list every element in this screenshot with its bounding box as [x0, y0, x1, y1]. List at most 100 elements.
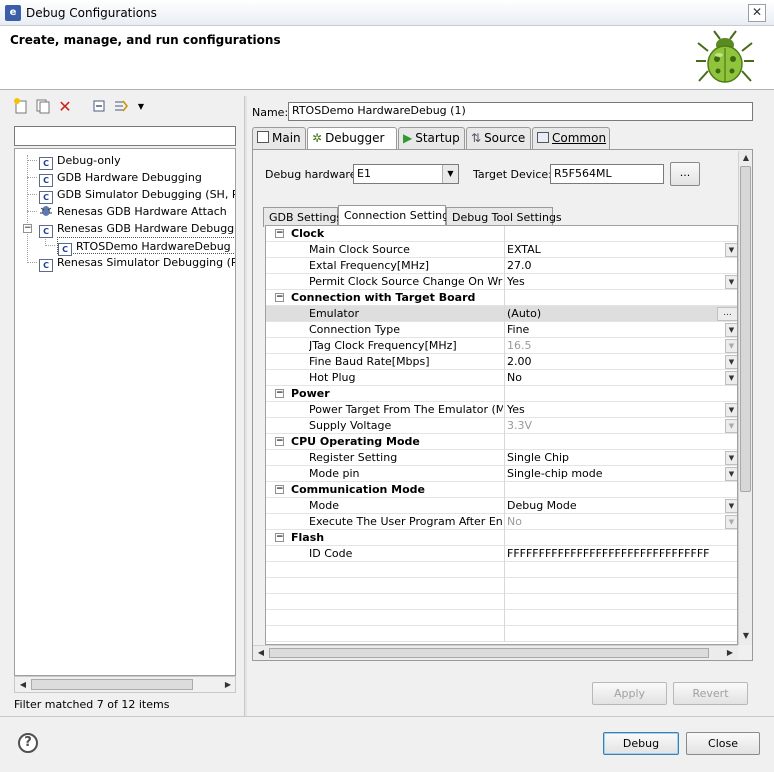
- grid-property-row[interactable]: Mode pin Single-chip mode ▼: [266, 466, 737, 482]
- collapse-all-icon[interactable]: [90, 98, 108, 116]
- delete-icon[interactable]: ✕: [56, 98, 74, 116]
- grid-category-row[interactable]: − Connection with Target Board: [266, 290, 737, 306]
- duplicate-icon[interactable]: [34, 98, 52, 116]
- grid-property-row[interactable]: Fine Baud Rate[Mbps] 2.00 ▼: [266, 354, 737, 370]
- debug-hardware-select[interactable]: E1 ▼: [353, 164, 459, 184]
- grid-category-row[interactable]: − Power: [266, 386, 737, 402]
- grid-vscroll-thumb[interactable]: [740, 166, 751, 492]
- scroll-right-icon[interactable]: ▶: [723, 646, 737, 660]
- scroll-down-icon[interactable]: ▼: [739, 629, 753, 643]
- grid-category-row[interactable]: − Flash: [266, 530, 737, 546]
- subtab-gdb-settings[interactable]: GDB Settings: [263, 207, 342, 227]
- tree-expander-minus-icon[interactable]: −: [23, 224, 32, 233]
- target-device-input[interactable]: R5F564ML: [550, 164, 664, 184]
- tab-debugger[interactable]: ✲ Debugger: [307, 127, 397, 150]
- grid-property-row[interactable]: Main Clock Source EXTAL ▼: [266, 242, 737, 258]
- tree-hscroll-thumb[interactable]: [31, 679, 193, 690]
- grid-property-value[interactable]: 2.00: [507, 354, 717, 369]
- grid-horizontal-scrollbar[interactable]: ◀ ▶: [253, 645, 738, 660]
- chevron-down-icon[interactable]: ▼: [725, 499, 737, 513]
- chevron-down-icon[interactable]: ▼: [725, 323, 737, 337]
- subtab-debug-tool-settings[interactable]: Debug Tool Settings: [446, 207, 562, 227]
- grid-property-value[interactable]: Debug Mode: [507, 498, 717, 513]
- grid-property-value[interactable]: 27.0: [507, 258, 717, 273]
- scroll-left-icon[interactable]: ◀: [16, 678, 30, 692]
- grid-property-value[interactable]: No: [507, 370, 717, 385]
- grid-property-row[interactable]: Power Target From The Emulator (MAX 200m…: [266, 402, 737, 418]
- grid-property-value[interactable]: FFFFFFFFFFFFFFFFFFFFFFFFFFFFFFFF: [507, 546, 717, 561]
- tab-common[interactable]: Common: [532, 127, 610, 149]
- chevron-down-icon[interactable]: ▼: [725, 339, 737, 353]
- grid-property-value[interactable]: 3.3V: [507, 418, 717, 433]
- grid-hscroll-thumb[interactable]: [269, 648, 709, 658]
- chevron-down-icon[interactable]: ▼: [725, 467, 737, 481]
- tab-source[interactable]: ⇅ Source: [466, 127, 531, 149]
- grid-property-value[interactable]: Single Chip: [507, 450, 717, 465]
- grid-property-row[interactable]: Execute The User Program After Ending Th…: [266, 514, 737, 530]
- emulator-browse-button[interactable]: ...: [717, 307, 737, 321]
- target-device-browse-button[interactable]: ...: [670, 162, 700, 186]
- filter-input[interactable]: [14, 126, 236, 146]
- category-collapse-icon[interactable]: −: [275, 389, 284, 398]
- chevron-down-icon[interactable]: ▼: [725, 371, 737, 385]
- category-collapse-icon[interactable]: −: [275, 437, 284, 446]
- filter-icon[interactable]: [112, 98, 130, 116]
- grid-property-row[interactable]: Permit Clock Source Change On Writing In…: [266, 274, 737, 290]
- new-configuration-icon[interactable]: [12, 98, 30, 116]
- grid-property-row[interactable]: Register Setting Single Chip ▼: [266, 450, 737, 466]
- subtab-connection-settings[interactable]: Connection Settings: [338, 205, 455, 227]
- grid-property-row[interactable]: Extal Frequency[MHz] 27.0: [266, 258, 737, 274]
- chevron-down-icon[interactable]: ▼: [725, 515, 737, 529]
- tree-item-renesas-gdb-hardware-attach[interactable]: Renesas GDB Hardware Attach: [39, 203, 227, 220]
- close-button[interactable]: Close: [686, 732, 760, 755]
- category-collapse-icon[interactable]: −: [275, 229, 284, 238]
- debug-button[interactable]: Debug: [603, 732, 679, 755]
- grid-property-value[interactable]: Yes: [507, 274, 717, 289]
- tree-item-gdb-simulator-debugging[interactable]: CGDB Simulator Debugging (SH, RL78, RX): [39, 186, 235, 204]
- tree-item-rtosdemo-hardwaredebug[interactable]: C RTOSDemo HardwareDebug (1): [57, 237, 235, 256]
- view-menu-chevron-down-icon[interactable]: ▼: [132, 98, 150, 116]
- apply-button[interactable]: Apply: [592, 682, 667, 705]
- scroll-up-icon[interactable]: ▲: [739, 151, 753, 165]
- tree-item-renesas-simulator-debugging[interactable]: CRenesas Simulator Debugging (RX only): [39, 254, 235, 272]
- grid-property-value[interactable]: Single-chip mode: [507, 466, 717, 481]
- category-collapse-icon[interactable]: −: [275, 485, 284, 494]
- chevron-down-icon[interactable]: ▼: [725, 451, 737, 465]
- chevron-down-icon[interactable]: ▼: [725, 355, 737, 369]
- grid-property-row[interactable]: JTag Clock Frequency[MHz] 16.5 ▼: [266, 338, 737, 354]
- grid-property-row[interactable]: ID Code FFFFFFFFFFFFFFFFFFFFFFFFFFFFFFFF: [266, 546, 737, 562]
- chevron-down-icon[interactable]: ▼: [442, 165, 458, 183]
- grid-property-row[interactable]: Hot Plug No ▼: [266, 370, 737, 386]
- category-collapse-icon[interactable]: −: [275, 293, 284, 302]
- grid-property-value[interactable]: Fine: [507, 322, 717, 337]
- grid-property-value[interactable]: 16.5: [507, 338, 717, 353]
- grid-category-row[interactable]: − CPU Operating Mode: [266, 434, 737, 450]
- name-input[interactable]: RTOSDemo HardwareDebug (1): [288, 102, 753, 121]
- scroll-right-icon[interactable]: ▶: [221, 678, 235, 692]
- grid-property-value[interactable]: No: [507, 514, 717, 529]
- grid-property-value[interactable]: (Auto): [507, 306, 717, 321]
- close-window-button[interactable]: ✕: [748, 4, 766, 22]
- tab-main[interactable]: Main: [252, 127, 306, 149]
- category-collapse-icon[interactable]: −: [275, 533, 284, 542]
- tree-item-gdb-hardware-debugging[interactable]: C GDB Hardware Debugging: [39, 169, 202, 187]
- grid-property-value[interactable]: EXTAL: [507, 242, 717, 257]
- tree-item-debug-only[interactable]: C Debug-only: [39, 152, 121, 170]
- grid-property-row[interactable]: Mode Debug Mode ▼: [266, 498, 737, 514]
- chevron-down-icon[interactable]: ▼: [725, 419, 737, 433]
- grid-property-value[interactable]: Yes: [507, 402, 717, 417]
- grid-property-row[interactable]: Emulator (Auto)...: [266, 306, 737, 322]
- pane-divider[interactable]: [244, 96, 247, 716]
- chevron-down-icon[interactable]: ▼: [725, 275, 737, 289]
- tree-item-renesas-gdb-hardware-debugging[interactable]: C Renesas GDB Hardware Debugging: [39, 220, 235, 238]
- grid-category-row[interactable]: − Clock: [266, 226, 737, 242]
- chevron-down-icon[interactable]: ▼: [725, 403, 737, 417]
- tab-startup[interactable]: ▶ Startup: [398, 127, 465, 149]
- chevron-down-icon[interactable]: ▼: [725, 243, 737, 257]
- help-icon[interactable]: ?: [18, 733, 38, 753]
- grid-category-row[interactable]: − Communication Mode: [266, 482, 737, 498]
- revert-button[interactable]: Revert: [673, 682, 748, 705]
- grid-property-row[interactable]: Supply Voltage 3.3V ▼: [266, 418, 737, 434]
- scroll-left-icon[interactable]: ◀: [254, 646, 268, 660]
- grid-property-row[interactable]: Connection Type Fine ▼: [266, 322, 737, 338]
